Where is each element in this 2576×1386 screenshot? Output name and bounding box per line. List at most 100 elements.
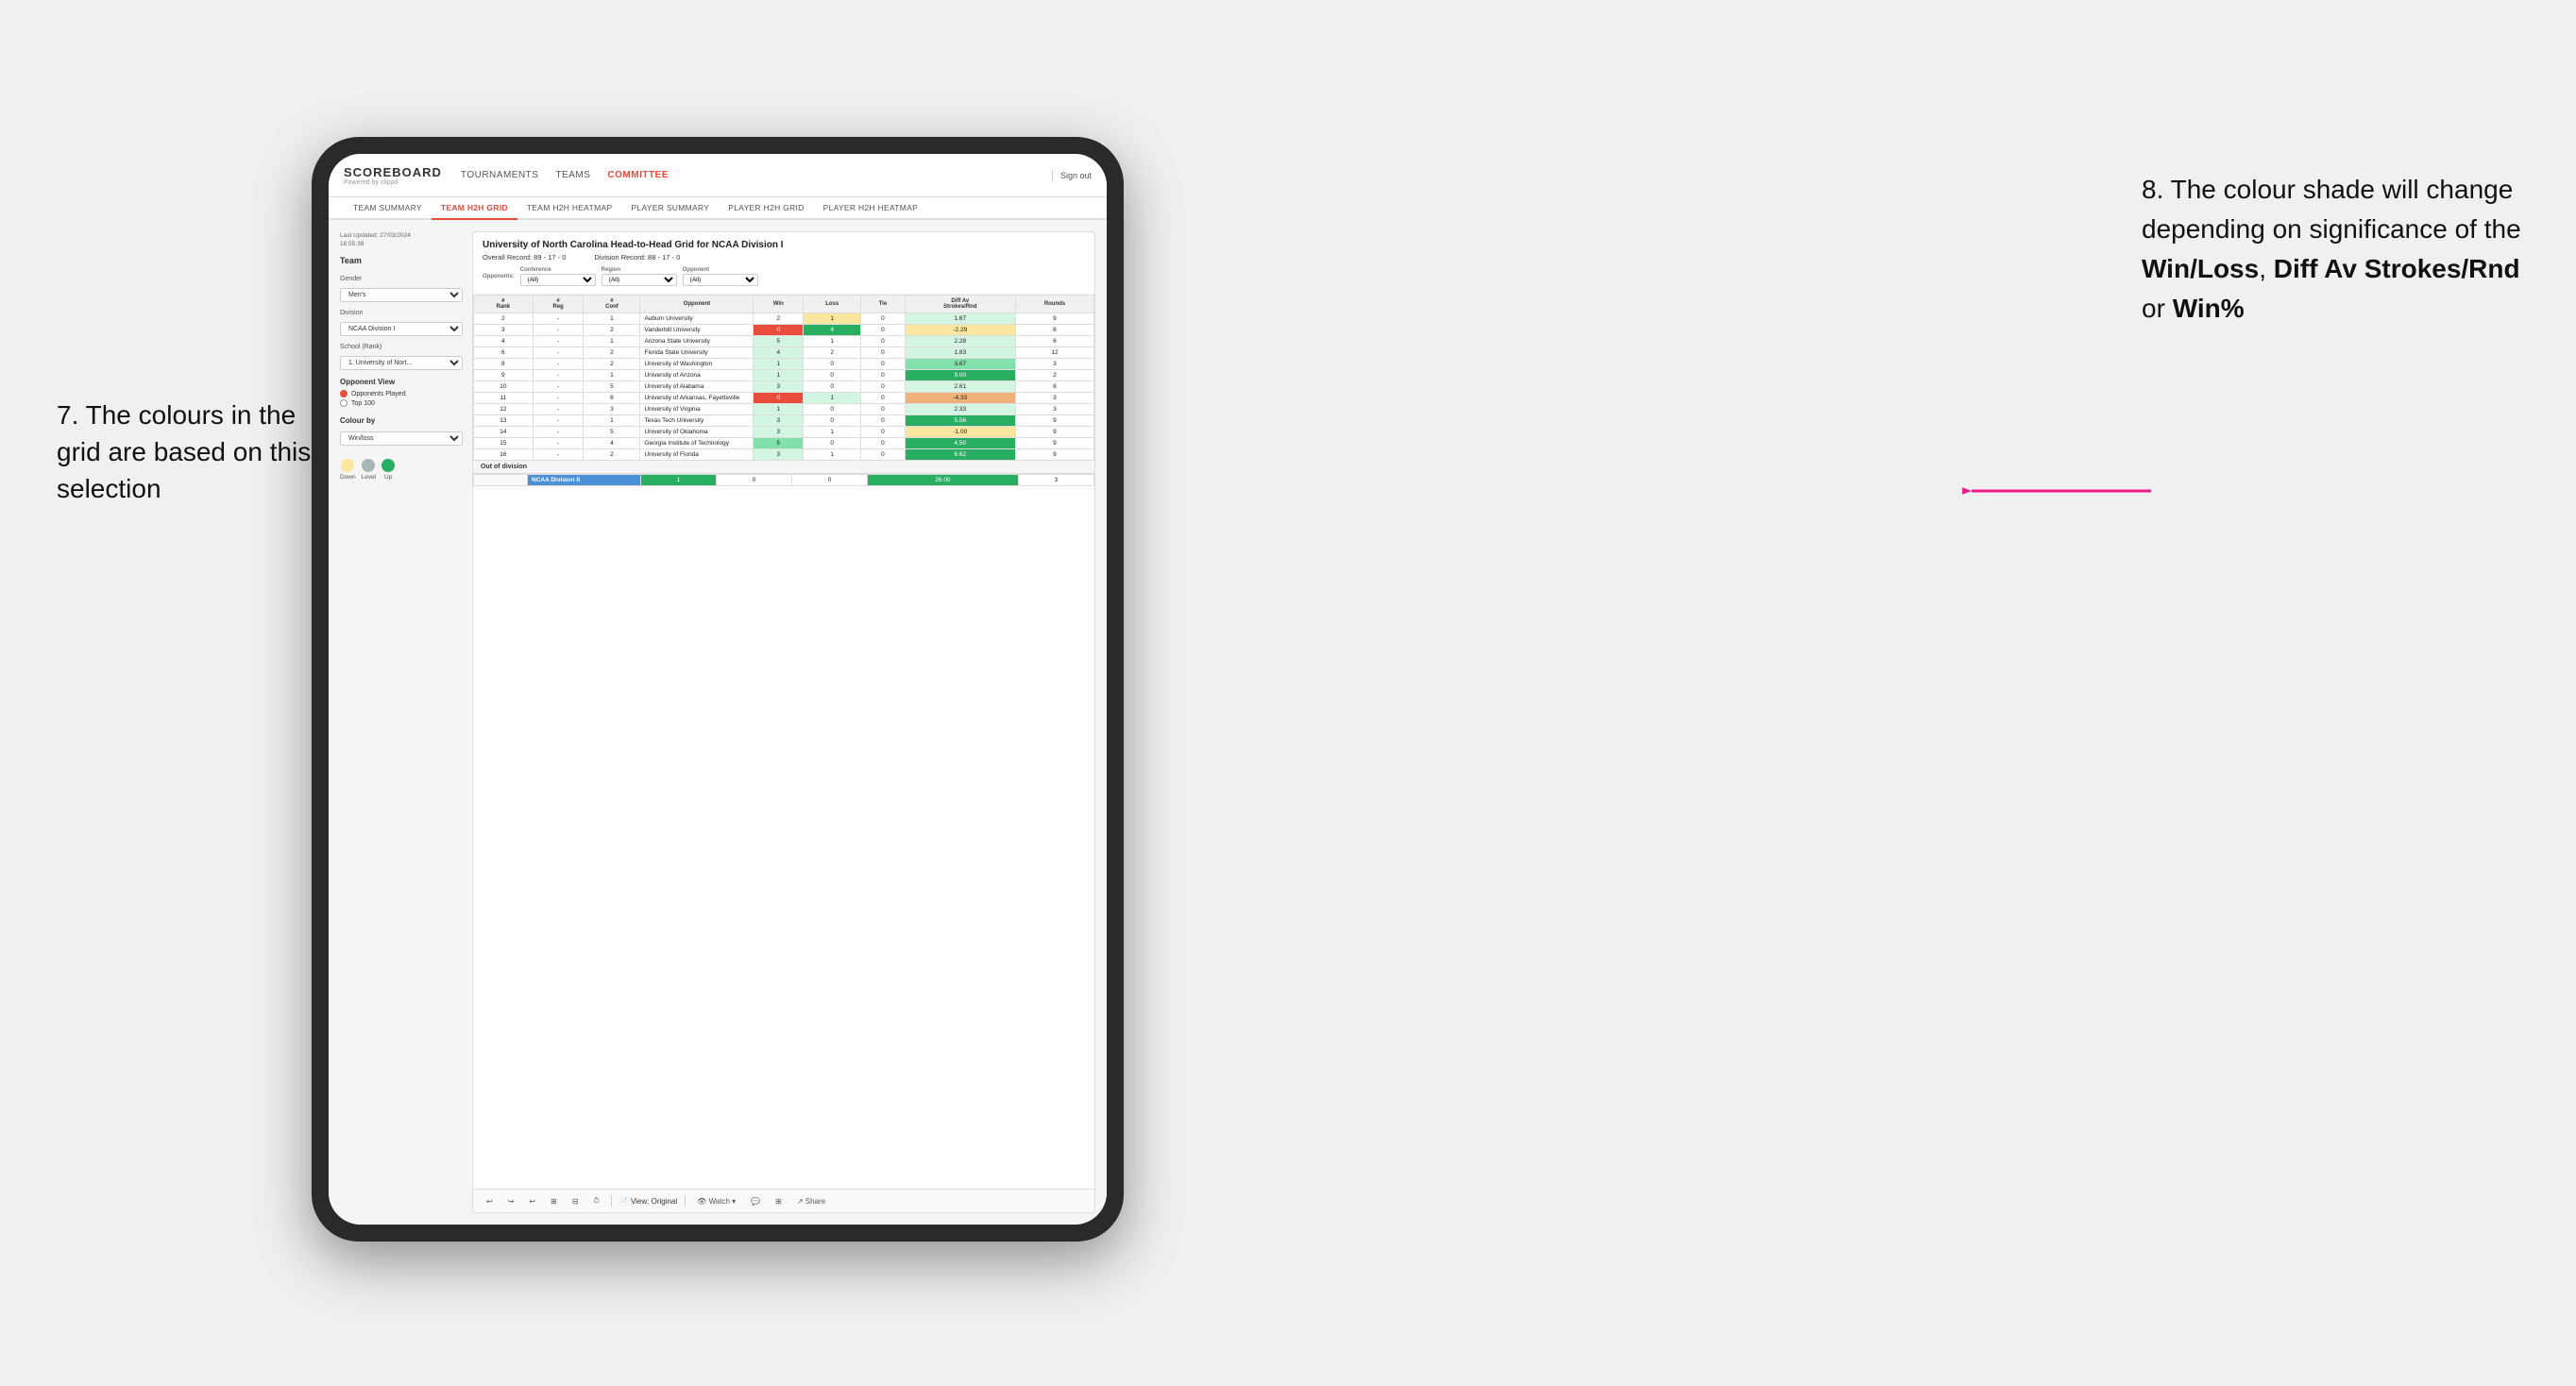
paste-button[interactable]: ⊟: [568, 1195, 583, 1208]
cell-conf: 2: [584, 347, 640, 359]
division-select[interactable]: NCAA Division I: [340, 322, 463, 336]
gender-select[interactable]: Men's: [340, 288, 463, 302]
cell-loss: 1: [804, 313, 861, 325]
cell-rank: 15: [474, 438, 534, 449]
logo-sub-text: Powered by clippd: [344, 179, 442, 186]
cell-tie: 0: [861, 359, 905, 370]
cell-opponent: Auburn University: [640, 313, 754, 325]
cell-diff: 1.83: [905, 347, 1015, 359]
undo-button[interactable]: ↩: [483, 1195, 497, 1208]
cell-win: 4: [754, 347, 804, 359]
col-tie: Tie: [861, 296, 905, 313]
out-division-rounds: 3: [1018, 475, 1093, 486]
conference-filter-select[interactable]: (All): [520, 274, 596, 286]
comment-button[interactable]: 💬: [747, 1195, 764, 1208]
opponents-filter-group: Opponents:: [483, 274, 515, 279]
filter-row: Opponents: Conference (All) Region (All): [483, 267, 1085, 286]
cell-rounds: 9: [1015, 415, 1093, 427]
table-row: 10 - 5 University of Alabama 3 0 0 2.61 …: [474, 381, 1094, 393]
radio-top100[interactable]: Top 100: [340, 399, 463, 407]
cell-opponent: University of Arizona: [640, 370, 754, 381]
colour-by-select[interactable]: Win/loss: [340, 431, 463, 446]
present-button[interactable]: ⊞: [771, 1195, 786, 1208]
data-table: #Rank #Reg #Conf Opponent Win Loss Tie D…: [473, 295, 1094, 461]
cell-diff: 4.50: [905, 438, 1015, 449]
nav-committee[interactable]: COMMITTEE: [607, 166, 669, 184]
cell-rounds: 6: [1015, 336, 1093, 347]
cell-rounds: 9: [1015, 427, 1093, 438]
nav-tournaments[interactable]: TOURNAMENTS: [461, 166, 539, 184]
subnav-team-h2h-grid[interactable]: TEAM H2H GRID: [432, 197, 517, 220]
cell-diff: 2.33: [905, 404, 1015, 415]
cell-rank: 8: [474, 359, 534, 370]
legend-level: Level: [362, 459, 377, 481]
cell-conf: 6: [584, 393, 640, 404]
left-panel: Last Updated: 27/03/2024 16:55:38 Team G…: [340, 231, 463, 1213]
cell-conf: 3: [584, 404, 640, 415]
cell-opponent: University of Florida: [640, 449, 754, 461]
table-row: 11 - 6 University of Arkansas, Fayettevi…: [474, 393, 1094, 404]
cell-rank: 12: [474, 404, 534, 415]
nav-teams[interactable]: TEAMS: [555, 166, 590, 184]
cell-loss: 4: [804, 325, 861, 336]
col-rounds: Rounds: [1015, 296, 1093, 313]
cell-conf: 5: [584, 427, 640, 438]
share-button[interactable]: ↗ Share: [793, 1195, 829, 1208]
subnav-player-summary[interactable]: PLAYER SUMMARY: [621, 197, 719, 220]
cell-win: 0: [754, 325, 804, 336]
cell-rounds: 8: [1015, 325, 1093, 336]
legend: Down Level Up: [340, 459, 463, 481]
opponent-filter-select[interactable]: (All): [683, 274, 758, 286]
toolbar-sep-1: [611, 1195, 612, 1207]
subnav-team-summary[interactable]: TEAM SUMMARY: [344, 197, 432, 220]
cell-diff: 2.61: [905, 381, 1015, 393]
cell-diff: 5.56: [905, 415, 1015, 427]
tablet-device: SCOREBOARD Powered by clippd TOURNAMENTS…: [312, 137, 1124, 1242]
table-row: 14 - 5 University of Oklahoma 3 1 0 -1.0…: [474, 427, 1094, 438]
cell-reg: -: [533, 325, 584, 336]
cell-rank: 2: [474, 313, 534, 325]
clock-button[interactable]: ⏱: [590, 1194, 603, 1208]
col-diff: Diff AvStrokes/Rnd: [905, 296, 1015, 313]
cell-reg: -: [533, 438, 584, 449]
cell-win: 0: [754, 393, 804, 404]
sign-out-button[interactable]: Sign out: [1060, 171, 1092, 180]
cell-reg: -: [533, 313, 584, 325]
cell-tie: 0: [861, 381, 905, 393]
cell-conf: 2: [584, 359, 640, 370]
cell-loss: 0: [804, 438, 861, 449]
out-division-name: NCAA Division II: [528, 475, 641, 486]
top-nav: SCOREBOARD Powered by clippd TOURNAMENTS…: [329, 154, 1107, 197]
redo-button[interactable]: ↪: [504, 1195, 518, 1208]
subnav-player-h2h-heatmap[interactable]: PLAYER H2H HEATMAP: [814, 197, 928, 220]
cell-loss: 1: [804, 336, 861, 347]
cell-loss: 1: [804, 427, 861, 438]
subnav-team-h2h-heatmap[interactable]: TEAM H2H HEATMAP: [517, 197, 622, 220]
subnav-player-h2h-grid[interactable]: PLAYER H2H GRID: [719, 197, 813, 220]
cell-rank: 14: [474, 427, 534, 438]
cell-diff: 6.62: [905, 449, 1015, 461]
cell-rounds: 9: [1015, 313, 1093, 325]
toolbar-sep-2: [685, 1195, 686, 1207]
cell-opponent: University of Washington: [640, 359, 754, 370]
school-select[interactable]: 1. University of Nort...: [340, 356, 463, 370]
region-filter-group: Region (All): [602, 267, 677, 286]
grid-title: University of North Carolina Head-to-Hea…: [483, 240, 1085, 250]
radio-opponents-played[interactable]: Opponents Played: [340, 390, 463, 397]
cell-tie: 0: [861, 370, 905, 381]
cell-win: 5: [754, 438, 804, 449]
copy-button[interactable]: ⊞: [547, 1195, 561, 1208]
cell-diff: -4.33: [905, 393, 1015, 404]
nav-links: TOURNAMENTS TEAMS COMMITTEE: [461, 166, 1052, 184]
right-panel: University of North Carolina Head-to-Hea…: [472, 231, 1095, 1213]
cell-loss: 1: [804, 393, 861, 404]
bottom-toolbar: ↩ ↪ ↩ ⊞ ⊟ ⏱ 📄 View: Original 👁 Watch ▾ 💬…: [473, 1189, 1094, 1212]
table-row: 15 - 4 Georgia Institute of Technology 5…: [474, 438, 1094, 449]
table-scroll[interactable]: #Rank #Reg #Conf Opponent Win Loss Tie D…: [473, 295, 1094, 1189]
table-row: 13 - 1 Texas Tech University 3 0 0 5.56 …: [474, 415, 1094, 427]
watch-button[interactable]: 👁 Watch ▾: [693, 1195, 739, 1208]
cell-win: 3: [754, 427, 804, 438]
cell-tie: 0: [861, 347, 905, 359]
region-filter-select[interactable]: (All): [602, 274, 677, 286]
back-button[interactable]: ↩: [525, 1195, 539, 1208]
